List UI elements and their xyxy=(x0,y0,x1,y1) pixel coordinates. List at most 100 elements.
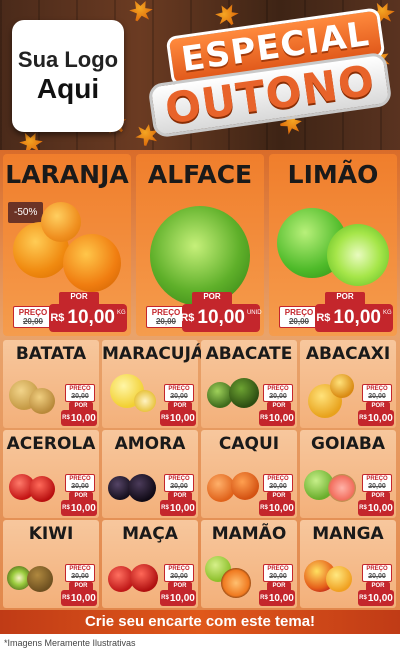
product-name: KIWI xyxy=(28,524,74,544)
price-box: R$ 10,00 xyxy=(259,590,295,606)
old-price-value: 20,00 xyxy=(269,573,287,580)
old-price-label: PREÇO xyxy=(267,566,289,572)
price-value: 10,00 xyxy=(169,412,195,424)
product-card: ACEROLA PREÇO 20,00 POR R$ 10,00 xyxy=(3,430,99,518)
price-value: 10,00 xyxy=(367,592,393,604)
old-price-value: 20,00 xyxy=(368,573,386,580)
price-value: 10,00 xyxy=(70,412,96,424)
por-label: POR xyxy=(69,582,93,590)
price-value: 10,00 xyxy=(67,307,115,328)
old-price-label: PREÇO xyxy=(69,566,91,572)
price-box: R$ 10,00 xyxy=(160,500,196,516)
old-price-value: 20,00 xyxy=(288,317,310,326)
old-price-label: PREÇO xyxy=(366,476,388,482)
product-card: ABACAXI PREÇO 20,00 POR R$ 10,00 xyxy=(300,340,396,428)
price-box: R$ 10,00 xyxy=(259,410,295,426)
disclaimer-note: *Imagens Meramente Ilustrativas xyxy=(4,638,136,648)
old-price-value: 20,00 xyxy=(170,573,188,580)
old-price-tag: PREÇO 20,00 xyxy=(263,474,293,492)
price-value: 10,00 xyxy=(268,502,294,514)
por-label: POR xyxy=(69,492,93,500)
old-price-value: 20,00 xyxy=(368,483,386,490)
currency-symbol: R$ xyxy=(260,505,268,511)
currency-symbol: R$ xyxy=(180,312,195,324)
old-price-label: PREÇO xyxy=(366,566,388,572)
por-label: POR xyxy=(325,292,365,304)
lettuce-icon xyxy=(150,206,250,306)
old-price-label: PREÇO xyxy=(366,386,388,392)
currency-symbol: R$ xyxy=(62,505,70,511)
blackberry-icon xyxy=(128,474,156,502)
featured-product-card: LARANJA -50% PREÇO 20,00 POR R$ 10,00 KG xyxy=(3,154,131,336)
old-price-value: 20,00 xyxy=(170,393,188,400)
lime-slice-icon xyxy=(327,224,389,286)
product-name: ACEROLA xyxy=(6,434,96,454)
por-label: POR xyxy=(366,582,390,590)
old-price-tag: PREÇO 20,00 xyxy=(362,474,392,492)
old-price-value: 20,00 xyxy=(170,483,188,490)
price-value: 10,00 xyxy=(333,307,381,328)
old-price-label: PREÇO xyxy=(267,386,289,392)
mango-icon xyxy=(326,566,352,592)
old-price-tag: PREÇO 20,00 xyxy=(13,306,53,328)
price-box: R$ 10,00 xyxy=(61,500,97,516)
price-unit: KG xyxy=(116,310,126,316)
price-value: 10,00 xyxy=(169,592,195,604)
featured-product-name: ALFACE xyxy=(147,160,253,189)
price-box: R$ 10,00 xyxy=(160,410,196,426)
currency-symbol: R$ xyxy=(50,312,65,324)
price-value: 10,00 xyxy=(268,592,294,604)
price-value: 10,00 xyxy=(197,307,245,328)
product-name: GOIABA xyxy=(310,434,385,454)
product-name: MAMÃO xyxy=(211,524,287,544)
price-box: R$ 10,00 xyxy=(358,410,394,426)
currency-symbol: R$ xyxy=(260,595,268,601)
por-label: POR xyxy=(69,402,93,410)
orange-fruit-icon xyxy=(41,202,81,242)
old-price-tag: PREÇO 20,00 xyxy=(65,564,95,582)
orange-fruit-icon xyxy=(63,234,121,292)
product-name: MANGA xyxy=(312,524,384,544)
product-card: MAMÃO PREÇO 20,00 POR R$ 10,00 xyxy=(201,520,297,608)
product-card: BATATA PREÇO 20,00 POR R$ 10,00 xyxy=(3,340,99,428)
old-price-label: PREÇO xyxy=(284,308,314,317)
passion-fruit-icon xyxy=(134,390,156,412)
currency-symbol: R$ xyxy=(161,595,169,601)
price-box: R$ 10,00 xyxy=(160,590,196,606)
avocado-icon xyxy=(229,378,259,408)
old-price-label: PREÇO xyxy=(168,476,190,482)
papaya-icon xyxy=(221,568,251,598)
discount-badge: -50% xyxy=(8,202,44,223)
featured-product-name: LARANJA xyxy=(5,160,129,189)
guava-icon xyxy=(328,474,356,502)
price-box: R$ 10,00 xyxy=(358,590,394,606)
kiwi-icon xyxy=(27,566,53,592)
old-price-tag: PREÇO 20,00 xyxy=(164,564,194,582)
old-price-tag: PREÇO 20,00 xyxy=(263,384,293,402)
currency-symbol: R$ xyxy=(359,505,367,511)
price-box: R$ 10,00 KG xyxy=(315,304,393,332)
autumn-leaf-icon xyxy=(126,0,155,26)
product-card: MARACUJÁ PREÇO 20,00 POR R$ 10,00 xyxy=(102,340,205,428)
old-price-label: PREÇO xyxy=(168,386,190,392)
por-label: POR xyxy=(366,402,390,410)
old-price-tag: PREÇO 20,00 xyxy=(65,384,95,402)
acerola-icon xyxy=(29,476,55,502)
por-label: POR xyxy=(168,492,192,500)
product-name: MARACUJÁ xyxy=(102,344,205,364)
price-box: R$ 10,00 xyxy=(61,590,97,606)
logo-line-1: Sua Logo xyxy=(17,47,119,72)
featured-product-card: LIMÃO PREÇO 20,00 POR R$ 10,00 KG xyxy=(269,154,397,336)
price-value: 10,00 xyxy=(367,502,393,514)
price-value: 10,00 xyxy=(70,502,96,514)
apple-icon xyxy=(130,564,158,592)
product-name: CAQUI xyxy=(218,434,280,454)
old-price-label: PREÇO xyxy=(18,308,48,317)
price-value: 10,00 xyxy=(367,412,393,424)
autumn-leaf-icon xyxy=(212,0,242,30)
por-label: POR xyxy=(267,582,291,590)
logo-line-2: Aqui xyxy=(36,73,100,104)
old-price-value: 20,00 xyxy=(71,573,89,580)
price-box: R$ 10,00 xyxy=(259,500,295,516)
old-price-tag: PREÇO 20,00 xyxy=(65,474,95,492)
